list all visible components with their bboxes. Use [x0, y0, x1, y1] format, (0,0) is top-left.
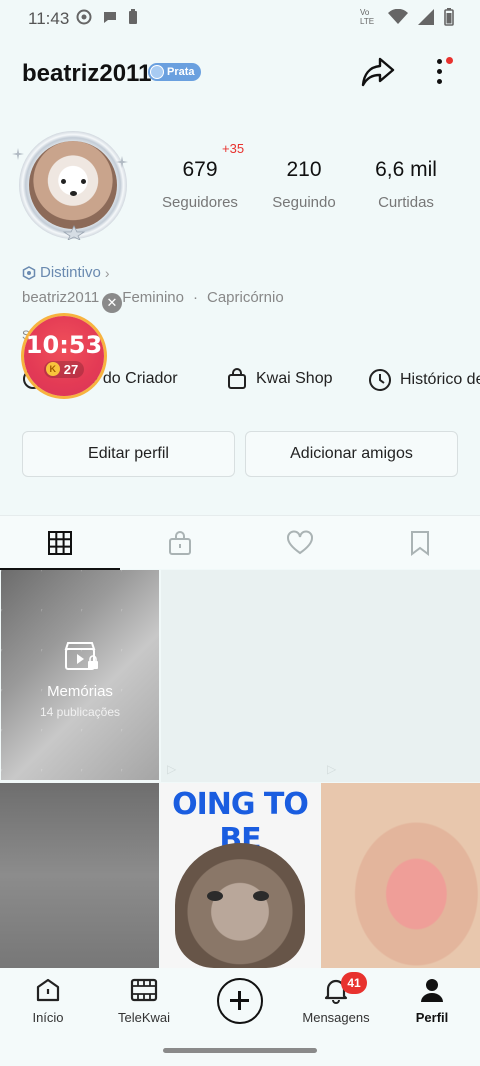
laurel-icon: [62, 225, 86, 240]
history-label: Histórico de: [400, 371, 480, 388]
film-icon: [130, 978, 158, 1002]
profile-icon: [421, 979, 443, 1002]
post-thumbnail[interactable]: OING TO BE: [160, 783, 320, 968]
history-link[interactable]: Histórico de: [368, 368, 480, 392]
add-friends-button[interactable]: Adicionar amigos: [245, 431, 458, 477]
level-badge-label: Prata: [167, 66, 195, 78]
home-indicator[interactable]: [163, 1048, 317, 1053]
kwai-shop-label: Kwai Shop: [256, 370, 333, 387]
status-time: 11:43: [28, 9, 70, 28]
coin-count: 27: [63, 361, 79, 377]
followers-count: 679: [182, 158, 218, 181]
memorias-count: 14 publicações: [39, 705, 121, 719]
following-count: 210: [286, 158, 322, 181]
followers-stat[interactable]: 679 Seguidores: [150, 158, 250, 211]
user-id: beatriz2011: [22, 289, 100, 306]
more-options-button[interactable]: [428, 55, 453, 89]
chat-bubble-icon: [104, 12, 116, 23]
profile-info-line: beatriz2011·Feminino·Capricórnio: [22, 289, 284, 306]
memorias-album[interactable]: Memórias 14 publicações: [1, 570, 159, 780]
nav-telekwai[interactable]: TeleKwai: [96, 976, 192, 1025]
status-bar: 11:43 Vo LTE: [0, 0, 480, 38]
create-post-button[interactable]: [217, 978, 263, 1024]
post-thumbnail[interactable]: [321, 783, 480, 968]
floor-texture: [1, 570, 159, 780]
tab-posts-grid[interactable]: [0, 516, 120, 570]
play-icon: ▷: [167, 762, 177, 776]
more-dots-icon: [437, 59, 442, 64]
battery-small-icon: [129, 9, 137, 24]
avatar[interactable]: [12, 128, 130, 242]
share-arrow-icon: [361, 57, 395, 87]
share-button[interactable]: [360, 55, 396, 89]
shopping-bag-icon: [228, 368, 246, 389]
sparkle-icon: [12, 148, 24, 160]
new-followers-count: +35: [222, 141, 245, 156]
close-timer-button[interactable]: ✕: [102, 293, 122, 313]
followers-label: Seguidores: [162, 194, 238, 211]
zodiac-sign: Capricórnio: [206, 289, 284, 306]
following-label: Seguindo: [272, 194, 336, 211]
nav-profile[interactable]: Perfil: [384, 976, 480, 1025]
kitten-image: [175, 843, 305, 968]
gender: Feminino: [122, 289, 184, 306]
loading-post[interactable]: ▷ ▷: [161, 570, 480, 782]
tab-private[interactable]: [120, 516, 240, 570]
nav-home[interactable]: Início: [0, 976, 96, 1025]
avatar-eye: [81, 179, 86, 184]
notification-dot: [446, 57, 453, 64]
nav-profile-label: Perfil: [415, 1010, 449, 1025]
edit-profile-button[interactable]: Editar perfil: [22, 431, 235, 477]
notification-icons: [76, 9, 138, 25]
post-thumbnail[interactable]: [0, 783, 159, 968]
content-tabs: [0, 515, 480, 570]
nav-messages-label: Mensagens: [302, 1010, 370, 1025]
cell-signal-icon: [418, 9, 434, 25]
target-icon: [76, 9, 92, 25]
timer-time: 10:53: [25, 330, 103, 359]
more-dot: [437, 69, 442, 74]
more-dot: [437, 79, 442, 84]
tab-liked[interactable]: [240, 516, 360, 570]
grid-icon: [48, 531, 72, 555]
kwai-coin-icon: K: [45, 362, 60, 376]
clock-icon: [369, 369, 391, 391]
messages-badge: 41: [341, 972, 367, 994]
battery-icon: [444, 8, 454, 26]
kitten-eye: [207, 891, 223, 901]
system-icons: Vo LTE: [360, 8, 454, 26]
reward-timer-widget[interactable]: 10:53 K 27: [24, 316, 104, 396]
lock-icon: [169, 531, 191, 555]
badge-medal-icon: [150, 65, 164, 79]
wifi-icon: [388, 9, 408, 24]
level-badge[interactable]: Prata: [148, 63, 201, 81]
distintivo-label: Distintivo: [40, 264, 101, 281]
kwai-shop-link[interactable]: Kwai Shop: [226, 368, 333, 390]
volte-label: Vo LTE: [360, 8, 375, 26]
likes-label: Curtidas: [378, 194, 434, 211]
likes-stat[interactable]: 6,6 mil Curtidas: [356, 158, 456, 211]
profile-username: beatriz2011: [22, 60, 152, 87]
heart-icon: [287, 530, 313, 555]
hexagon-badge-icon: [22, 265, 36, 280]
play-icon: ▷: [327, 762, 337, 776]
sparkle-icon: [116, 156, 128, 168]
memorias-title: Memórias: [47, 683, 113, 700]
chevron-right-icon: ›: [104, 264, 110, 281]
likes-count: 6,6 mil: [375, 158, 437, 181]
coin-counter: K 27: [43, 360, 85, 378]
nav-home-label: Início: [32, 1010, 64, 1025]
avatar-eye: [61, 179, 66, 184]
distintivo-link[interactable]: Distintivo ›: [22, 264, 110, 281]
tab-saved[interactable]: [360, 516, 480, 570]
nav-messages[interactable]: Mensagens: [288, 976, 384, 1025]
kitten-eye: [253, 891, 269, 901]
bookmark-icon: [411, 531, 429, 556]
avatar-nose: [70, 191, 77, 196]
following-stat[interactable]: 210 Seguindo: [254, 158, 354, 211]
avatar-photo: [29, 141, 117, 229]
memories-clapper-icon: [64, 642, 98, 670]
nav-telekwai-label: TeleKwai: [117, 1010, 171, 1025]
home-icon: [36, 978, 60, 1002]
